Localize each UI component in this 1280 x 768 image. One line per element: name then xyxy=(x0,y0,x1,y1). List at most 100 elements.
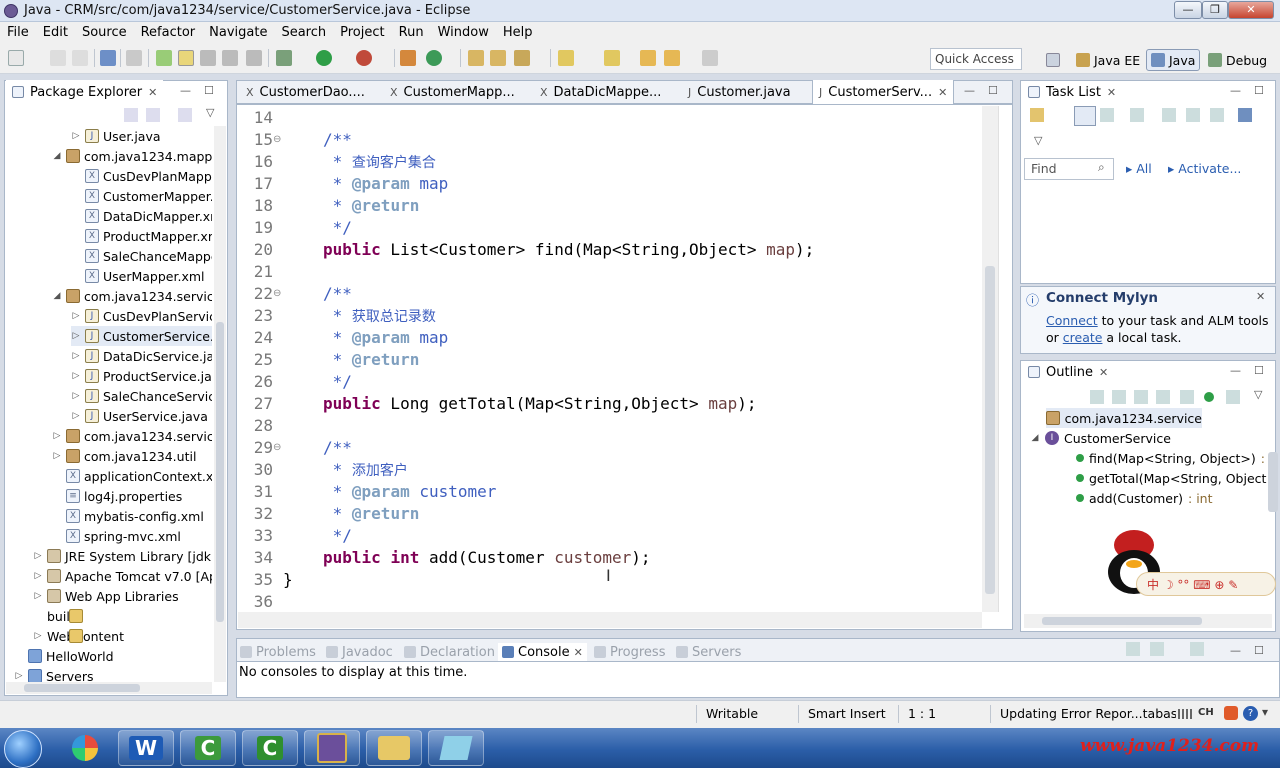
new-icon[interactable] xyxy=(8,50,24,66)
tree-item[interactable]: ▷ J User.java xyxy=(71,126,161,146)
focus-task-icon[interactable] xyxy=(178,108,192,122)
new-java-project-icon[interactable] xyxy=(426,50,442,66)
code-line[interactable]: */ xyxy=(323,217,352,239)
help-icon[interactable]: ? xyxy=(1243,706,1258,721)
perspective-java[interactable]: Java xyxy=(1146,49,1201,71)
package-explorer-tab[interactable]: Package Explorer ✕ xyxy=(6,80,164,104)
code-line[interactable]: * 获取总记录数 xyxy=(323,305,436,328)
taskbar-photos-app[interactable] xyxy=(56,730,114,766)
code-line[interactable]: * 添加客户 xyxy=(323,459,408,482)
minimize-view-icon[interactable]: — xyxy=(1230,364,1241,377)
maximize-button[interactable]: ❐ xyxy=(1202,1,1228,19)
expand-icon[interactable]: ▷ xyxy=(33,631,43,641)
editor-tab[interactable]: X DataDicMappe... xyxy=(534,80,667,104)
code-line[interactable]: */ xyxy=(323,371,352,393)
tree-item[interactable]: ◢ com.java1234.mappe xyxy=(52,146,212,166)
tree-item[interactable]: X UserMapper.xml xyxy=(71,266,205,286)
collapse-all-icon[interactable] xyxy=(124,108,138,122)
menu-item-source[interactable]: Source xyxy=(75,25,134,40)
qq-input-bar[interactable]: 中 ☽ °° ⌨ ⊕ ✎ xyxy=(1136,572,1276,596)
code-line[interactable]: * @param customer xyxy=(323,481,497,503)
console-area[interactable]: No consoles to display at this time. xyxy=(236,662,1280,698)
hide-static-icon[interactable] xyxy=(1156,390,1170,404)
maximize-view-icon[interactable]: ☐ xyxy=(204,84,214,97)
new-task-icon[interactable] xyxy=(1030,108,1044,122)
hide-local-icon[interactable] xyxy=(1226,390,1240,404)
code-line[interactable]: * 查询客户集合 xyxy=(323,151,436,174)
code-line[interactable]: */ xyxy=(323,525,352,547)
last-edit-icon[interactable] xyxy=(640,50,656,66)
taskbar-camtasia-recorder[interactable]: C xyxy=(180,730,236,766)
expand-icon[interactable]: ▷ xyxy=(33,571,43,581)
taskbar-camtasia-studio[interactable]: C xyxy=(242,730,298,766)
code-line[interactable]: * @return xyxy=(323,195,420,217)
tab-progress[interactable]: Progress xyxy=(594,643,665,661)
taskbar-explorer-app[interactable] xyxy=(366,730,422,766)
task-repo-icon[interactable] xyxy=(1238,108,1252,122)
close-icon[interactable]: ✕ xyxy=(1256,290,1265,303)
tree-item[interactable]: ◢ com.java1234.service xyxy=(52,286,212,306)
task-list-tab[interactable]: Task List ✕ xyxy=(1022,80,1122,104)
fold-icon[interactable]: ⊖ xyxy=(273,283,281,305)
activate-link[interactable]: ▸ Activate... xyxy=(1168,161,1241,176)
tree-item[interactable]: X ProductMapper.xr xyxy=(71,226,212,246)
view-menu-icon[interactable]: ▽ xyxy=(1034,134,1042,147)
tree-item[interactable]: ▷ WebContent xyxy=(33,626,124,646)
close-icon[interactable]: ✕ xyxy=(574,646,583,659)
fold-icon[interactable]: ⊖ xyxy=(273,437,281,459)
menu-item-window[interactable]: Window xyxy=(431,25,496,40)
tree-item[interactable]: HelloWorld xyxy=(14,646,114,666)
editor-tab[interactable]: X CustomerMapp... xyxy=(384,80,521,104)
outline-method[interactable]: find(Map<String, Object>) : l xyxy=(1076,448,1272,468)
connect-link[interactable]: Connect xyxy=(1046,313,1098,328)
maximize-view-icon[interactable]: ☐ xyxy=(1254,84,1264,97)
external-tools-icon[interactable] xyxy=(356,50,372,66)
back-icon[interactable] xyxy=(664,50,680,66)
taskbar-eclipse-app[interactable] xyxy=(304,730,360,766)
code-line[interactable]: public int add(Customer customer); xyxy=(323,547,651,569)
terminal-icon[interactable] xyxy=(100,50,116,66)
hide-nonpublic-icon[interactable] xyxy=(1180,390,1194,404)
next-annotation-icon[interactable] xyxy=(558,50,574,66)
tree-item[interactable]: X CustomerMapper. xyxy=(71,186,212,206)
tree-item[interactable]: X CusDevPlanMappe xyxy=(71,166,212,186)
close-window-button[interactable]: ✕ xyxy=(1228,1,1274,19)
code-line[interactable]: } xyxy=(283,569,293,591)
pin-console-icon[interactable] xyxy=(1126,642,1140,656)
code-line[interactable]: * @return xyxy=(323,349,420,371)
tree-item[interactable]: ▷ Web App Libraries xyxy=(33,586,179,606)
prev-annotation-icon[interactable] xyxy=(604,50,620,66)
public-filter-icon[interactable] xyxy=(1204,392,1214,402)
tree-item[interactable]: ▷ Servers xyxy=(14,666,94,682)
outline-interface[interactable]: ◢ I CustomerService xyxy=(1030,428,1171,448)
forward-icon[interactable] xyxy=(702,50,718,66)
debug-icon[interactable] xyxy=(276,50,292,66)
display-console-icon[interactable] xyxy=(1150,642,1164,656)
outline-vscroll[interactable] xyxy=(1268,452,1278,512)
tab-declaration[interactable]: Declaration xyxy=(404,643,495,661)
expand-icon[interactable]: ▷ xyxy=(71,131,81,141)
taskbar-word-app[interactable]: W xyxy=(118,730,174,766)
tree-item[interactable]: ▷ com.java1234.service. xyxy=(52,426,212,446)
tab-console[interactable]: Console ✕ xyxy=(498,643,587,661)
run-icon[interactable] xyxy=(316,50,332,66)
categorized-icon[interactable] xyxy=(1074,106,1096,126)
close-icon[interactable]: ✕ xyxy=(1099,366,1108,379)
menu-item-run[interactable]: Run xyxy=(392,25,431,40)
close-icon[interactable]: ✕ xyxy=(148,86,157,99)
format-icon[interactable] xyxy=(246,50,262,66)
tree-item[interactable]: ▷ JRE System Library [jdk1 xyxy=(33,546,212,566)
collapse-icon[interactable]: ◢ xyxy=(52,151,62,161)
tree-item[interactable]: ▷ J SaleChanceService xyxy=(71,386,212,406)
tree-item[interactable]: Xmybatis-config.xml xyxy=(52,506,204,526)
focus-icon[interactable] xyxy=(1130,108,1144,122)
maximize-editor-icon[interactable]: ☐ xyxy=(988,84,998,97)
minimize-view-icon[interactable]: — xyxy=(1230,84,1241,97)
tree-item[interactable]: ▷ J UserService.java xyxy=(71,406,208,426)
tree-item[interactable]: build xyxy=(33,606,83,626)
tree-item[interactable]: Xspring-mvc.xml xyxy=(52,526,181,546)
save-icon[interactable] xyxy=(50,50,66,66)
code-line[interactable]: /** xyxy=(323,437,352,459)
ime-ch-icon[interactable]: CH xyxy=(1198,707,1214,718)
menu-item-project[interactable]: Project xyxy=(333,25,391,40)
